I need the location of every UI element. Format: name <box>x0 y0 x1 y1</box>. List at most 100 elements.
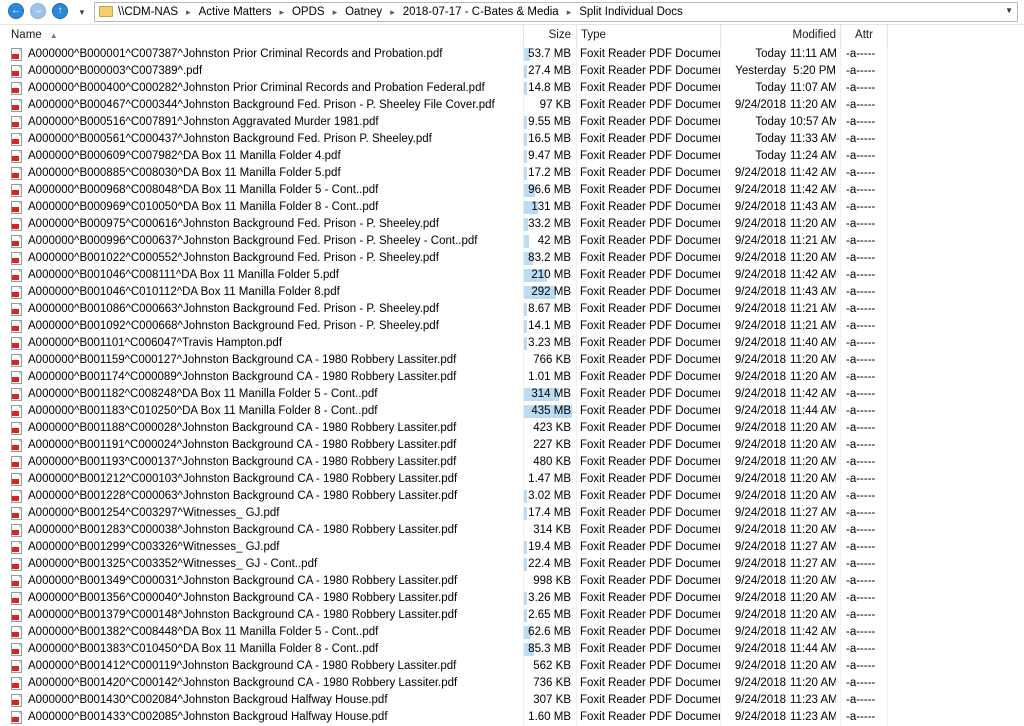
file-row[interactable]: A000000^B000975^C000616^Johnston Backgro… <box>0 216 890 233</box>
column-header-name[interactable]: Name ▲ <box>11 25 521 45</box>
pdf-file-icon <box>11 48 22 61</box>
file-attributes: -a----- <box>846 558 876 570</box>
file-row[interactable]: A000000^B001159^C000127^Johnston Backgro… <box>0 352 890 369</box>
file-row[interactable]: A000000^B001022^C000552^Johnston Backgro… <box>0 250 890 267</box>
file-row[interactable]: A000000^B000609^C007982^DA Box 11 Manill… <box>0 148 890 165</box>
header-divider[interactable] <box>576 25 577 45</box>
column-header-type[interactable]: Type <box>581 25 717 45</box>
file-size: 3.23 MB <box>528 337 571 349</box>
file-type: Foxit Reader PDF Document <box>580 371 720 383</box>
file-type: Foxit Reader PDF Document <box>580 337 720 349</box>
column-header-modified[interactable]: Modified <box>722 25 836 45</box>
modified-date: Today <box>755 82 786 94</box>
file-row[interactable]: A000000^B001046^C010112^DA Box 11 Manill… <box>0 284 890 301</box>
file-row[interactable]: A000000^B001420^C000142^Johnston Backgro… <box>0 675 890 692</box>
pdf-file-icon <box>11 337 22 350</box>
modified-time: 11:42 AM <box>790 184 836 196</box>
file-row[interactable]: A000000^B001383^C010450^DA Box 11 Manill… <box>0 641 890 658</box>
up-arrow-icon[interactable]: ↑ <box>52 3 68 19</box>
file-row[interactable]: A000000^B001228^C000063^Johnston Backgro… <box>0 488 890 505</box>
breadcrumb-separator-icon[interactable]: ▸ <box>179 7 198 18</box>
file-row[interactable]: A000000^B001433^C002085^Johnston Backgro… <box>0 709 890 726</box>
file-size: 736 KB <box>533 677 571 689</box>
modified-date: 9/24/2018 <box>734 252 786 264</box>
file-row[interactable]: A000000^B001101^C006047^Travis Hampton.p… <box>0 335 890 352</box>
modified-time: 11:20 AM <box>790 524 836 536</box>
file-row[interactable]: A000000^B001299^C003326^Witnesses_ GJ.pd… <box>0 539 890 556</box>
file-row[interactable]: A000000^B000885^C008030^DA Box 11 Manill… <box>0 165 890 182</box>
file-row[interactable]: A000000^B000400^C000282^Johnston Prior C… <box>0 80 890 97</box>
pdf-file-icon <box>11 558 22 571</box>
file-row[interactable]: A000000^B000003^C007389^.pdf 27.4 MB Foxit… <box>0 63 890 80</box>
file-type: Foxit Reader PDF Document <box>580 150 720 162</box>
breadcrumb-separator-icon[interactable]: ▸ <box>383 7 402 18</box>
file-row[interactable]: A000000^B000516^C007891^Johnston Aggrava… <box>0 114 890 131</box>
file-row[interactable]: A000000^B001193^C000137^Johnston Backgro… <box>0 454 890 471</box>
file-attributes: -a----- <box>846 388 876 400</box>
column-header-attr[interactable]: Attr <box>841 25 887 45</box>
modified-time: 11:43 AM <box>790 201 836 213</box>
breadcrumb-item[interactable]: OPDS <box>291 6 326 18</box>
back-arrow-icon[interactable]: ← <box>8 3 24 19</box>
column-header-size[interactable]: Size <box>524 25 572 45</box>
file-row[interactable]: A000000^B000969^C010050^DA Box 11 Manill… <box>0 199 890 216</box>
forward-arrow-icon[interactable]: → <box>30 3 46 19</box>
file-row[interactable]: A000000^B001182^C008248^DA Box 11 Manill… <box>0 386 890 403</box>
file-attributes: -a----- <box>846 184 876 196</box>
header-divider[interactable] <box>887 25 888 45</box>
modified-date: 9/24/2018 <box>734 677 786 689</box>
file-row[interactable]: A000000^B001183^C010250^DA Box 11 Manill… <box>0 403 890 420</box>
file-row[interactable]: A000000^B001086^C000663^Johnston Backgro… <box>0 301 890 318</box>
file-size: 17.2 MB <box>528 167 571 179</box>
file-row[interactable]: A000000^B001188^C000028^Johnston Backgro… <box>0 420 890 437</box>
file-row[interactable]: A000000^B001046^C008111^DA Box 11 Manill… <box>0 267 890 284</box>
file-type: Foxit Reader PDF Document <box>580 677 720 689</box>
file-row[interactable]: A000000^B000996^C000637^Johnston Backgro… <box>0 233 890 250</box>
address-bar[interactable]: \\CDM-NAS ▸ Active Matters ▸ OPDS ▸ Oatney ▸ 201… <box>94 2 1018 22</box>
modified-time: 11:20 AM <box>790 422 836 434</box>
file-attributes: -a----- <box>846 82 876 94</box>
file-row[interactable]: A000000^B001283^C000038^Johnston Backgro… <box>0 522 890 539</box>
file-row[interactable]: A000000^B001356^C000040^Johnston Backgro… <box>0 590 890 607</box>
file-row[interactable]: A000000^B001382^C008448^DA Box 11 Manill… <box>0 624 890 641</box>
file-attributes: -a----- <box>846 320 876 332</box>
header-divider[interactable] <box>720 25 721 45</box>
file-size: 292 MB <box>531 286 571 298</box>
file-row[interactable]: A000000^B001349^C000031^Johnston Backgro… <box>0 573 890 590</box>
file-row[interactable]: A000000^B001191^C000024^Johnston Backgro… <box>0 437 890 454</box>
file-row[interactable]: A000000^B000968^C008048^DA Box 11 Manill… <box>0 182 890 199</box>
breadcrumb-separator-icon[interactable]: ▸ <box>272 7 291 18</box>
breadcrumb-item[interactable]: Active Matters <box>198 6 273 18</box>
pdf-file-icon <box>11 456 22 469</box>
file-row[interactable]: A000000^B000467^C000344^Johnston Backgro… <box>0 97 890 114</box>
file-type: Foxit Reader PDF Document <box>580 643 720 655</box>
file-size: 227 KB <box>533 439 571 451</box>
modified-date: 9/24/2018 <box>734 337 786 349</box>
breadcrumb-item[interactable]: \\CDM-NAS <box>117 6 179 18</box>
file-row[interactable]: A000000^B001430^C002084^Johnston Backgro… <box>0 692 890 709</box>
file-row[interactable]: A000000^B001174^C000089^Johnston Backgro… <box>0 369 890 386</box>
file-attributes: -a----- <box>846 660 876 672</box>
breadcrumb-item[interactable]: 2018-07-17 - C-Bates & Media <box>402 6 560 18</box>
file-row[interactable]: A000000^B000001^C007387^Johnston Prior C… <box>0 46 890 63</box>
file-row[interactable]: A000000^B001379^C000148^Johnston Backgro… <box>0 607 890 624</box>
modified-time: 11:20 AM <box>790 660 836 672</box>
address-history-dropdown-icon[interactable]: ▼ <box>1005 6 1013 15</box>
file-row[interactable]: A000000^B000561^C000437^Johnston Backgro… <box>0 131 890 148</box>
breadcrumb-separator-icon[interactable]: ▸ <box>326 7 345 18</box>
file-row[interactable]: A000000^B001254^C003297^Witnesses_ GJ.pd… <box>0 505 890 522</box>
pdf-file-icon <box>11 218 22 231</box>
file-row[interactable]: A000000^B001212^C000103^Johnston Backgro… <box>0 471 890 488</box>
recent-locations-dropdown-icon[interactable]: ▼ <box>75 4 89 20</box>
breadcrumb-item[interactable]: Split Individual Docs <box>578 6 684 18</box>
size-bar <box>524 541 527 554</box>
file-type: Foxit Reader PDF Document <box>580 388 720 400</box>
breadcrumb-item[interactable]: Oatney <box>344 6 383 18</box>
file-name: A000000^B001182^C008248^DA Box 11 Manill… <box>28 388 378 400</box>
file-row[interactable]: A000000^B001412^C000119^Johnston Backgro… <box>0 658 890 675</box>
file-row[interactable]: A000000^B001325^C003352^Witnesses_ GJ - … <box>0 556 890 573</box>
file-row[interactable]: A000000^B001092^C000668^Johnston Backgro… <box>0 318 890 335</box>
breadcrumb-separator-icon[interactable]: ▸ <box>560 7 579 18</box>
file-name: A000000^B001046^C010112^DA Box 11 Manill… <box>28 286 340 298</box>
pdf-file-icon <box>11 303 22 316</box>
